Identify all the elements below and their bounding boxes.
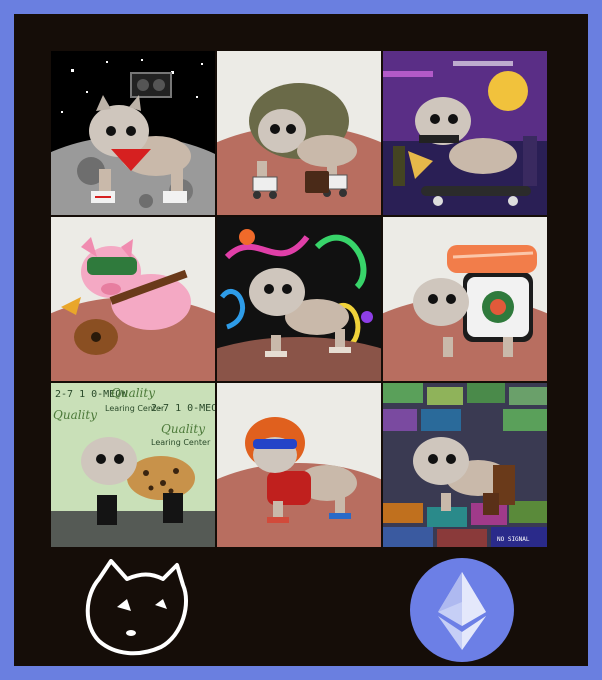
tile-money-cat[interactable]: NO SIGNAL [383,383,547,547]
tile-red-wig-cat[interactable] [217,383,381,547]
tile-leopard-coat-cat[interactable]: 2-7 1 0-MEOW 2-7 1 0-MEOW Quality Qualit… [51,383,215,547]
tile-skateboard-cat[interactable] [383,51,547,215]
learning-sign-2: Learing Center [151,438,211,447]
ethereum-logo-icon [410,558,514,662]
tile-hoodie-cat[interactable] [217,51,381,215]
tile-sushi-cat[interactable] [383,217,547,381]
tile-graffiti-cat[interactable] [217,217,381,381]
no-signal-label: NO SIGNAL [497,536,530,543]
quality-sign-2: Quality [53,408,97,422]
black-frame: 2-7 1 0-MEOW 2-7 1 0-MEOW Quality Qualit… [14,14,588,666]
nft-grid: 2-7 1 0-MEOW 2-7 1 0-MEOW Quality Qualit… [51,51,547,547]
learning-sign-1: Learing Center [105,404,165,413]
quality-sign-3: Quality [161,422,205,436]
quality-sign-1: Quality [111,386,155,400]
cat-face-logo-icon [79,559,189,659]
tile-moon-cat[interactable] [51,51,215,215]
tile-pig-guitar-cat[interactable] [51,217,215,381]
